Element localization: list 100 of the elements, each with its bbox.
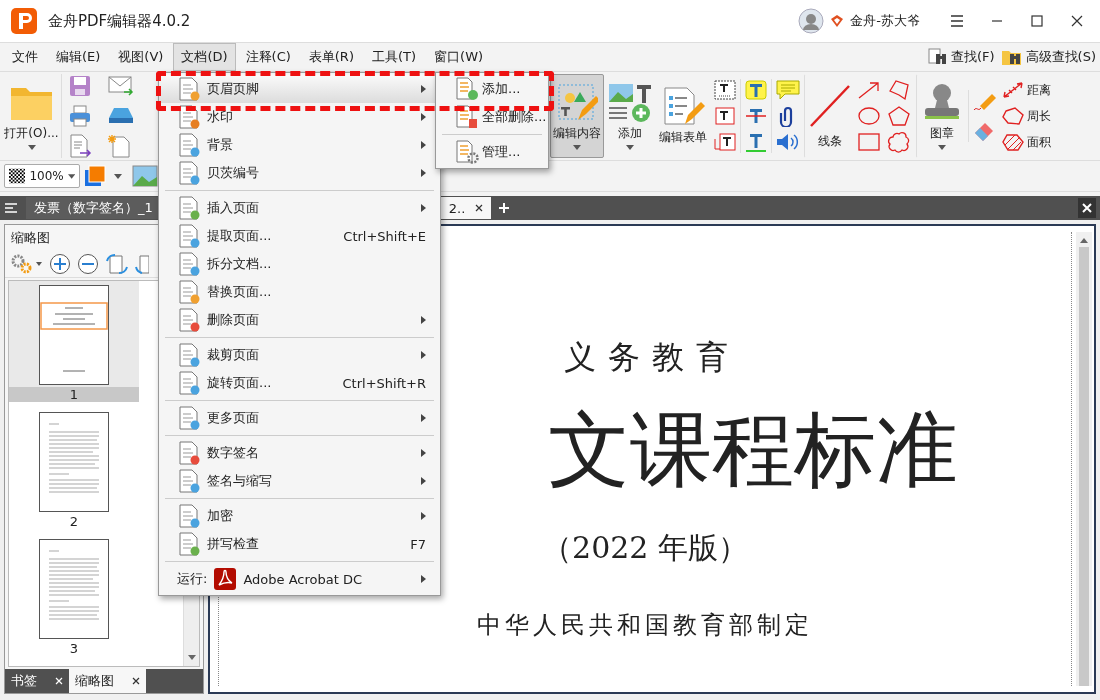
text-field-icon[interactable] (713, 79, 737, 101)
mail-icon[interactable] (108, 74, 134, 96)
highlight-text-icon[interactable] (744, 79, 768, 101)
document-icon (177, 252, 201, 276)
zoom-out-icon[interactable] (77, 253, 99, 275)
text-box-icon[interactable] (713, 105, 737, 127)
rotate-icon[interactable] (135, 253, 149, 275)
ribbon-button[interactable]: 添加 (604, 74, 656, 158)
caret-icon (626, 145, 634, 150)
close-tab-button[interactable] (1078, 198, 1096, 218)
document-icon (177, 441, 201, 465)
print-icon[interactable] (68, 104, 92, 128)
avatar-icon[interactable] (798, 8, 825, 34)
menu-item[interactable]: 替换页面... (159, 278, 440, 306)
ribbon-button[interactable]: 编辑内容 (550, 74, 604, 158)
submenu-arrow-icon (421, 141, 426, 149)
binoculars-icon (927, 48, 948, 66)
menu-item[interactable]: 删除页面 (159, 306, 440, 334)
menu-icon (950, 15, 964, 27)
measure-button[interactable]: 距离 (1001, 80, 1051, 100)
perimeter-icon (1001, 106, 1025, 126)
plus-icon (499, 203, 510, 213)
scrollbar-thumb[interactable] (1079, 247, 1089, 686)
circle-icon[interactable] (856, 105, 882, 127)
document-icon (177, 371, 201, 395)
close-icon[interactable] (132, 677, 140, 685)
pentagon-icon[interactable] (886, 105, 912, 127)
document-icon (454, 105, 480, 129)
submenu-arrow-icon (421, 169, 426, 177)
page-number: 1 (9, 387, 139, 402)
arrow-icon[interactable] (856, 79, 882, 101)
submenu-arrow-icon (421, 414, 426, 422)
thumbnail-item[interactable]: 1 (9, 281, 139, 402)
menu-item[interactable]: 数字签名 (159, 439, 440, 467)
close-icon[interactable] (475, 204, 484, 212)
menu-bar-item[interactable]: 工具(T) (364, 43, 425, 71)
edit-content-icon (556, 82, 598, 122)
folder-binoculars-icon (1000, 48, 1023, 66)
menu-bar-item[interactable]: 窗口(W) (426, 43, 492, 71)
save-icon[interactable] (68, 74, 92, 98)
rectangle-icon[interactable] (856, 131, 882, 153)
submenu-arrow-icon (421, 204, 426, 212)
export-document-icon[interactable] (68, 134, 92, 158)
cloud-shape-icon[interactable] (886, 131, 912, 153)
panel-tab[interactable]: 书签 (5, 669, 69, 693)
menu-item[interactable]: 旋转页面... Ctrl+Shift+R (159, 369, 440, 397)
document-title: 文课程标准 (548, 401, 958, 499)
document-icon (177, 196, 201, 220)
measure-button[interactable]: 周长 (1001, 106, 1051, 126)
thumbnail-item[interactable]: 2 (9, 408, 139, 529)
menu-item[interactable]: 加密 (159, 502, 440, 530)
document-tab[interactable]: 2.. (440, 197, 492, 219)
menu-bar-item[interactable]: 文档(D) (173, 43, 236, 71)
underline-icon[interactable] (744, 131, 768, 153)
menu-bar-item[interactable]: 表单(R) (300, 43, 362, 71)
speaker-icon[interactable] (775, 131, 801, 153)
document-icon (177, 224, 201, 248)
document-icon (454, 140, 480, 164)
stamp-button[interactable]: 图章 (916, 74, 968, 158)
user-name[interactable]: 金舟-苏大爷 (850, 12, 920, 30)
menu-bar-item[interactable]: 注释(C) (237, 43, 299, 71)
menu-item[interactable]: 签名与缩写 (159, 467, 440, 495)
menu-item[interactable]: 裁剪页面 (159, 341, 440, 369)
zoom-dropdown[interactable]: 100% (4, 164, 80, 188)
menu-item[interactable]: 拆分文档... (159, 250, 440, 278)
add-content-icon (607, 82, 653, 122)
submenu-arrow-icon (421, 512, 426, 520)
zoom-in-icon[interactable] (49, 253, 71, 275)
menu-bar-item[interactable]: 编辑(E) (48, 43, 109, 71)
caret-icon (938, 145, 946, 150)
transparency-icon (9, 168, 26, 184)
ribbon-button[interactable]: 编辑表单 (656, 74, 710, 158)
menu-item[interactable]: 拼写检查 F7 (159, 530, 440, 558)
submenu-arrow-icon (421, 351, 426, 359)
close-icon (1071, 15, 1083, 27)
panel-tab[interactable]: 缩略图 (69, 669, 146, 693)
callout-icon[interactable] (713, 131, 737, 153)
scroll-down-icon[interactable] (187, 655, 196, 660)
scroll-up-icon[interactable] (1080, 238, 1088, 243)
gear-icon[interactable] (9, 253, 43, 275)
app-logo-icon (10, 7, 38, 35)
open-button[interactable]: 打开(O)... (2, 74, 62, 158)
line-tool-button[interactable]: 线条 (804, 74, 856, 158)
menu-bar-item[interactable]: 文件 (4, 43, 46, 71)
thumbnail-item[interactable]: 3 (9, 535, 139, 656)
advanced-find-button[interactable]: 高级查找(S) (1000, 48, 1096, 66)
menu-item[interactable]: 运行: Adobe Acrobat DC (159, 565, 440, 593)
caret-icon[interactable] (114, 173, 122, 179)
document-icon (177, 161, 201, 185)
find-button[interactable]: 查找(F) (927, 48, 995, 66)
rotate-icon[interactable] (105, 253, 129, 275)
caret-icon (27, 145, 36, 150)
menu-item[interactable]: 提取页面... Ctrl+Shift+E (159, 222, 440, 250)
menu-item[interactable]: 更多页面 (159, 404, 440, 432)
tab-list-icon[interactable] (4, 202, 18, 214)
submenu-arrow-icon (421, 575, 426, 583)
measure-button[interactable]: 面积 (1001, 132, 1051, 152)
distance-icon (1001, 80, 1025, 100)
menu-bar-item[interactable]: 视图(V) (110, 43, 172, 71)
vip-icon (830, 14, 845, 28)
